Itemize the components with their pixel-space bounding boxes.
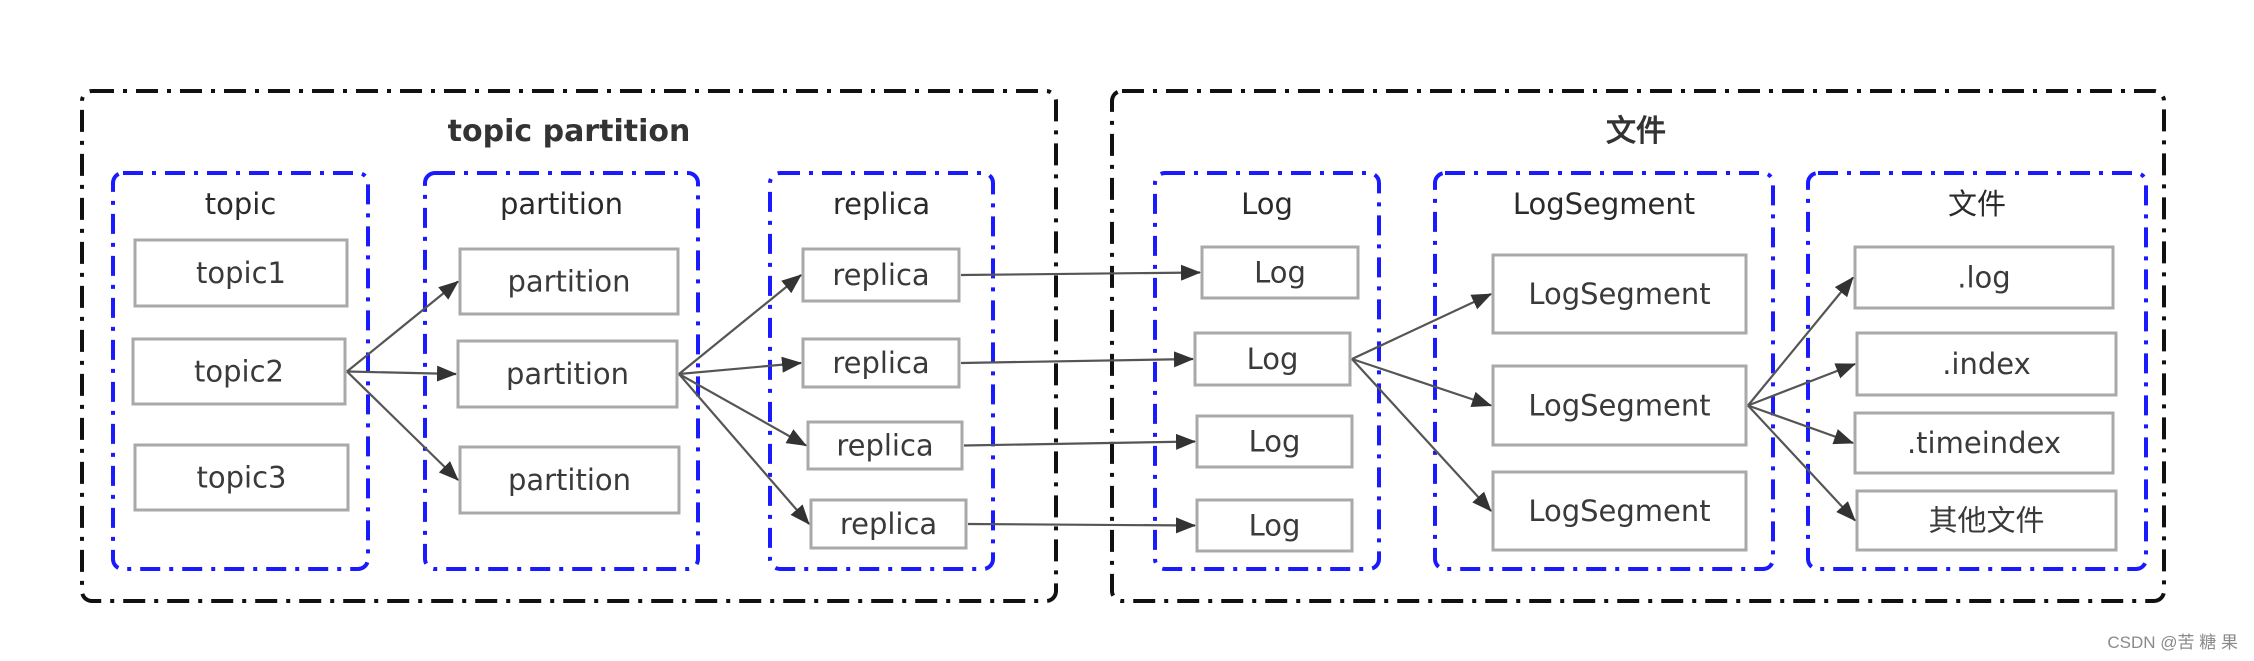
logsegment-node: LogSegment [1491, 470, 1748, 552]
topic-node-label: topic3 [197, 461, 287, 495]
file-node-label: .index [1942, 347, 2031, 381]
edge-arrow [346, 365, 457, 382]
file-node: 其他文件 [1855, 489, 2118, 552]
outer-title-topic-partition: topic partition [448, 114, 691, 149]
topic-node: topic2 [131, 337, 347, 406]
group-title-partition: partition [500, 187, 623, 221]
architecture-diagram: topic partition 文件 topic partition replica L… [80, 89, 2166, 603]
group-title-topic: topic [205, 187, 277, 221]
edge-arrow [1351, 293, 1492, 360]
file-node-label: .timeindex [1907, 426, 2061, 460]
logsegment-node: LogSegment [1491, 364, 1748, 447]
replica-node-label: replica [832, 346, 929, 380]
logsegment-node-label: LogSegment [1528, 389, 1710, 423]
watermark: CSDN @苦 糖 果 [2107, 633, 2238, 652]
replica-node-label: replica [836, 429, 933, 463]
logsegment-node-label: LogSegment [1528, 277, 1710, 311]
group-title-log: Log [1241, 187, 1293, 221]
topic-node-label: topic1 [196, 256, 286, 290]
partition-node: partition [458, 445, 681, 515]
replica-node-label: replica [840, 507, 937, 541]
log-node-label: Log [1249, 509, 1301, 543]
replica-node: replica [809, 498, 968, 550]
file-node: .timeindex [1853, 411, 2115, 475]
group-title-replica: replica [833, 187, 930, 221]
partition-node-label: partition [507, 265, 630, 299]
log-node: Log [1195, 498, 1354, 553]
group-title-logsegment: LogSegment [1513, 187, 1695, 221]
log-node: Log [1193, 331, 1352, 387]
edge-arrow [967, 517, 1196, 534]
replica-node: replica [806, 420, 964, 471]
edge-arrow [1747, 404, 1856, 522]
replica-node: replica [801, 247, 961, 303]
file-node: .index [1855, 331, 2118, 397]
logsegment-node-label: LogSegment [1528, 494, 1710, 528]
edge-arrow [960, 264, 1201, 281]
edge-arrow [346, 370, 459, 481]
partition-node-label: partition [506, 357, 629, 391]
log-node-label: Log [1254, 256, 1306, 290]
topic-node: topic3 [133, 443, 350, 512]
replica-node-label: replica [832, 258, 929, 292]
file-node: .log [1853, 245, 2115, 310]
topic-node: topic1 [133, 238, 349, 308]
log-node-label: Log [1249, 425, 1301, 459]
file-node-label: .log [1957, 261, 2010, 295]
edge-arrow [963, 433, 1196, 450]
edge-arrow [1747, 404, 1854, 445]
edge-arrow [346, 280, 459, 373]
replica-node: replica [801, 337, 961, 389]
log-node-label: Log [1247, 342, 1299, 376]
log-node: Log [1195, 414, 1354, 469]
file-node-label: 其他文件 [1928, 504, 2044, 538]
partition-node: partition [458, 247, 680, 316]
partition-node-label: partition [508, 463, 631, 497]
topic-node-label: topic2 [194, 355, 284, 389]
outer-title-files: 文件 [1606, 114, 1666, 149]
logsegment-node: LogSegment [1491, 253, 1748, 335]
partition-node: partition [456, 339, 679, 409]
group-title-file: 文件 [1948, 187, 2006, 221]
edge-arrow [960, 351, 1194, 368]
log-node: Log [1200, 245, 1360, 300]
